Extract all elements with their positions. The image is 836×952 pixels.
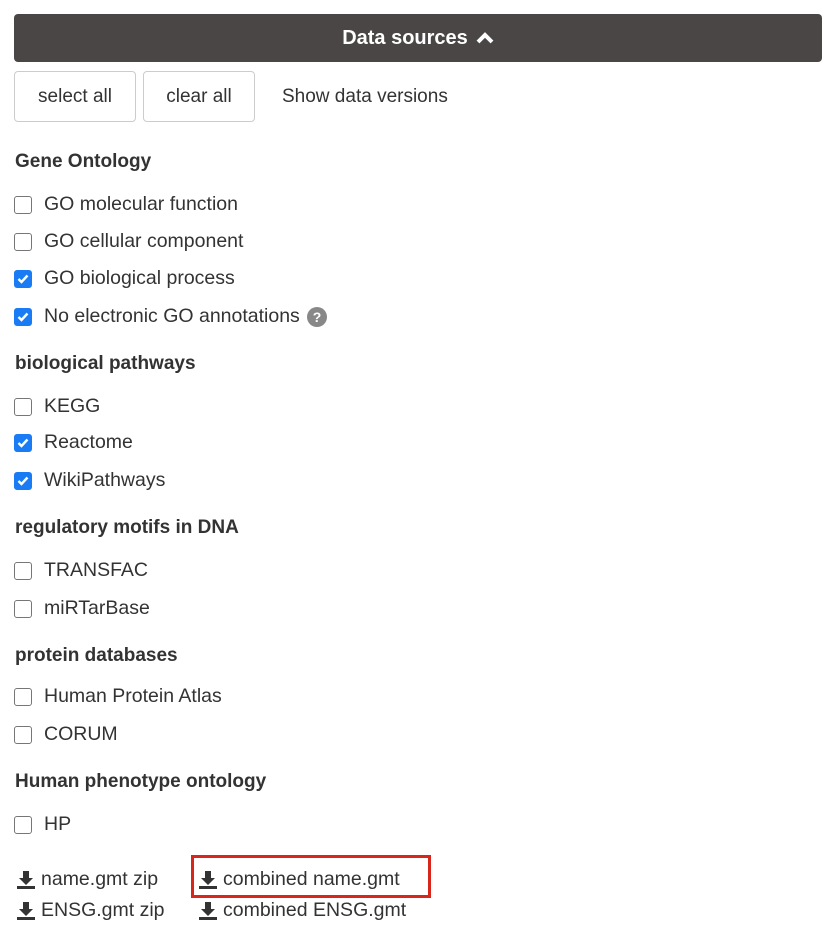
checkbox-transfac[interactable]: TRANSFAC	[14, 559, 148, 582]
download-combined-name-gmt[interactable]: combined name.gmt	[198, 868, 400, 891]
download-icon	[199, 870, 217, 889]
checkbox[interactable]	[14, 397, 32, 416]
checkbox-wikipathways[interactable]: WikiPathways	[14, 469, 165, 492]
checkbox-label: Reactome	[44, 431, 133, 453]
check-icon	[17, 312, 29, 322]
checkbox-no-electronic-go[interactable]: No electronic GO annotations ?	[14, 305, 327, 328]
section-title-regulatory-motifs: regulatory motifs in DNA	[15, 517, 239, 538]
checkbox-reactome[interactable]: Reactome	[14, 431, 133, 454]
checkbox-label: WikiPathways	[44, 469, 166, 491]
clear-all-button[interactable]: clear all	[143, 71, 255, 122]
section-title-human-phenotype-ontology: Human phenotype ontology	[15, 771, 267, 792]
check-icon	[17, 438, 29, 448]
checkbox-checked[interactable]	[14, 307, 32, 326]
checkbox[interactable]	[14, 725, 32, 744]
section-title-protein-databases: protein databases	[15, 645, 178, 666]
download-name-gmt-zip[interactable]: name.gmt zip	[16, 868, 158, 891]
data-sources-title: Data sources	[342, 26, 468, 49]
checkbox-go-biological-process[interactable]: GO biological process	[14, 267, 235, 290]
download-combined-ensg-gmt[interactable]: combined ENSG.gmt	[198, 899, 406, 922]
checkbox-label: GO cellular component	[44, 230, 244, 252]
question-circle-icon[interactable]: ?	[306, 306, 327, 327]
download-label: name.gmt zip	[41, 868, 159, 890]
checkbox-mirtarbase[interactable]: miRTarBase	[14, 597, 150, 620]
checkbox-label: GO molecular function	[44, 193, 239, 215]
checkbox[interactable]	[14, 599, 32, 618]
checkbox-go-molecular-function[interactable]: GO molecular function	[14, 193, 238, 216]
checkbox-corum[interactable]: CORUM	[14, 723, 118, 746]
checkbox-checked[interactable]	[14, 471, 32, 490]
download-icon	[17, 901, 35, 920]
checkbox-checked[interactable]	[14, 269, 32, 288]
svg-text:?: ?	[313, 309, 322, 325]
data-sources-toggle[interactable]: Data sources	[14, 14, 822, 62]
select-all-button[interactable]: select all	[14, 71, 136, 122]
check-icon	[17, 274, 29, 284]
checkbox-hp[interactable]: HP	[14, 813, 71, 836]
download-ensg-gmt-zip[interactable]: ENSG.gmt zip	[16, 899, 165, 922]
check-icon	[17, 476, 29, 486]
download-icon	[17, 870, 35, 889]
chevron-up-icon	[476, 31, 494, 45]
section-title-biological-pathways: biological pathways	[15, 353, 196, 374]
checkbox-go-cellular-component[interactable]: GO cellular component	[14, 230, 243, 253]
checkbox-label: GO biological process	[44, 267, 235, 289]
checkbox[interactable]	[14, 815, 32, 834]
checkbox-label: HP	[44, 813, 72, 835]
checkbox[interactable]	[14, 232, 32, 251]
checkbox-label: No electronic GO annotations	[44, 305, 300, 327]
download-icon	[199, 901, 217, 920]
download-label: combined name.gmt	[223, 868, 400, 890]
checkbox[interactable]	[14, 561, 32, 580]
checkbox-kegg[interactable]: KEGG	[14, 395, 100, 418]
checkbox-human-protein-atlas[interactable]: Human Protein Atlas	[14, 685, 222, 708]
download-label: ENSG.gmt zip	[41, 899, 165, 921]
checkbox[interactable]	[14, 195, 32, 214]
checkbox-label: CORUM	[44, 723, 118, 745]
checkbox-label: Human Protein Atlas	[44, 685, 222, 707]
checkbox-checked[interactable]	[14, 433, 32, 452]
show-data-versions-link[interactable]: Show data versions	[282, 86, 448, 108]
section-title-gene-ontology: Gene Ontology	[15, 151, 152, 172]
checkbox-label: KEGG	[44, 395, 101, 417]
checkbox-label: miRTarBase	[44, 597, 150, 619]
toolbar: select all clear all Show data versions	[14, 71, 448, 122]
download-label: combined ENSG.gmt	[223, 899, 407, 921]
checkbox-label: TRANSFAC	[44, 559, 149, 581]
checkbox[interactable]	[14, 687, 32, 706]
